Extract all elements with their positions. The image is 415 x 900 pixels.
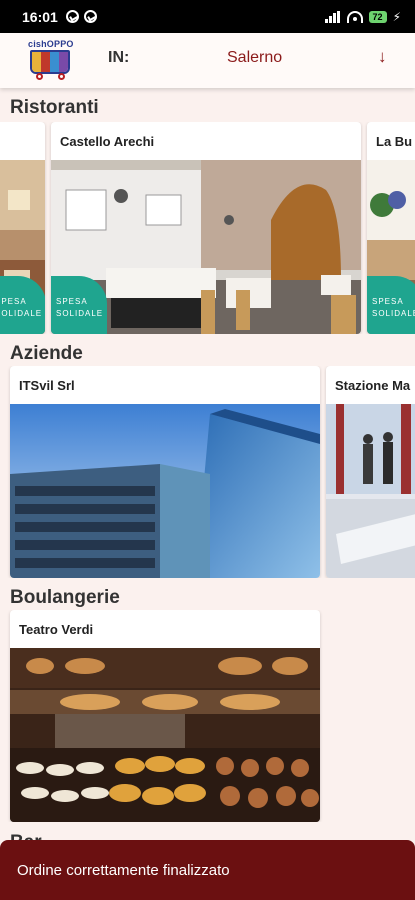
bakery-card[interactable]: Teatro Verdi: [10, 610, 320, 822]
app-header: cishOPPO IN: Salerno ↓: [0, 33, 415, 88]
snackbar: Ordine correttamente finalizzato: [0, 840, 415, 900]
card-title: Castello Arechi: [60, 134, 155, 149]
company-card[interactable]: Stazione Ma: [326, 366, 415, 578]
logo-text: cishOPPO: [28, 39, 74, 49]
cart-icon: [30, 50, 70, 74]
companies-carousel[interactable]: ITSvil Srl Stazione Ma: [0, 366, 415, 578]
company-card[interactable]: ITSvil Srl: [10, 366, 320, 578]
restaurant-image: SPESA SOLIDALE: [367, 160, 415, 334]
status-bar: 16:01 72 ⚡: [0, 0, 415, 33]
card-title: La Bu: [376, 134, 413, 149]
bakery-image: [10, 648, 320, 822]
arrow-down-icon[interactable]: ↓: [378, 47, 387, 67]
card-title: [0, 122, 45, 160]
section-title-aziende: Aziende: [10, 343, 83, 364]
snackbar-message: Ordine correttamente finalizzato: [17, 862, 230, 879]
restaurant-image: SPESA SOLIDALE: [51, 160, 361, 334]
card-title: ITSvil Srl: [19, 378, 75, 393]
restaurant-card[interactable]: SPESA SOLIDALE: [0, 122, 45, 334]
section-title-ristoranti: Ristoranti: [10, 97, 99, 118]
restaurant-card[interactable]: La Bu SPESA SOLIDALE: [367, 122, 415, 334]
signal-icon: [324, 10, 341, 23]
company-image: [10, 404, 320, 578]
notification-icon: [83, 10, 97, 23]
status-time: 16:01: [22, 8, 58, 25]
solidarity-badge: SPESA SOLIDALE: [51, 276, 107, 334]
bakeries-carousel[interactable]: Teatro Verdi: [0, 610, 415, 822]
restaurant-image: SPESA SOLIDALE: [0, 160, 45, 334]
wifi-icon: [346, 10, 363, 23]
solidarity-badge: SPESA SOLIDALE: [0, 276, 45, 334]
card-title: Teatro Verdi: [19, 622, 94, 637]
card-title: Stazione Ma: [335, 378, 411, 393]
notification-icon: [65, 10, 79, 23]
charging-icon: ⚡: [392, 9, 401, 24]
city-selector[interactable]: Salerno: [227, 49, 282, 67]
battery-icon: 72: [368, 10, 387, 23]
restaurants-carousel[interactable]: SPESA SOLIDALE Castello Arechi: [0, 122, 415, 334]
company-image: [326, 404, 415, 578]
app-logo[interactable]: cishOPPO: [26, 39, 78, 81]
section-title-boulangerie: Boulangerie: [10, 587, 120, 608]
solidarity-badge: SPESA SOLIDALE: [367, 276, 415, 334]
restaurant-card[interactable]: Castello Arechi SPESA SOLIDALE: [51, 122, 361, 334]
location-label: IN:: [108, 49, 130, 66]
